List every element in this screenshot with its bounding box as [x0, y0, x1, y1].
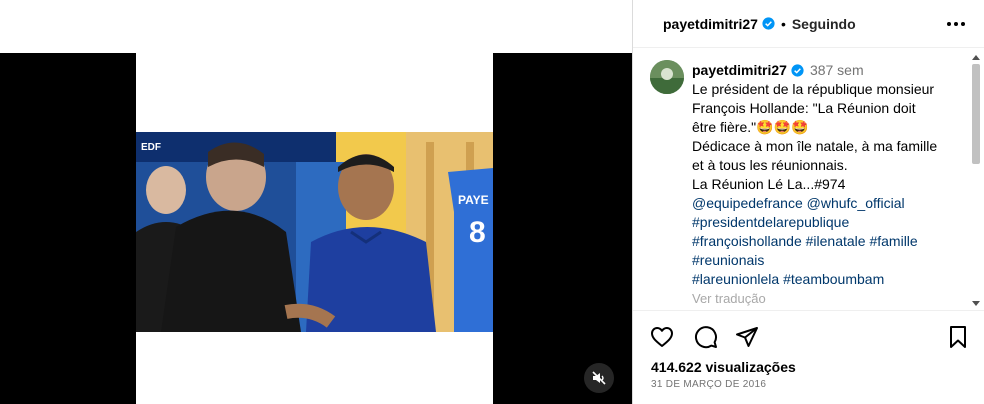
header-username[interactable]: payetdimitri27 — [663, 16, 758, 32]
comment-icon — [695, 326, 717, 349]
letterbox-left — [0, 53, 136, 404]
comment-button[interactable] — [693, 324, 719, 350]
letterbox-right — [493, 53, 632, 404]
caption-verified-icon — [791, 64, 804, 77]
jersey-number-text: 8 — [469, 216, 486, 249]
video-frame-image: EDF PAYE 8 — [136, 132, 493, 332]
scroll-down-arrow-icon[interactable] — [970, 298, 982, 308]
following-button[interactable]: Seguindo — [792, 16, 856, 32]
like-button[interactable] — [649, 324, 675, 350]
more-options-button[interactable] — [944, 12, 968, 36]
post-header: payetdimitri27 • Seguindo — [633, 0, 984, 48]
post-actions — [633, 310, 984, 360]
view-count[interactable]: 414.622 visualizações — [651, 359, 796, 375]
caption-hashtag-line[interactable]: #presidentdelarepublique — [692, 213, 960, 232]
media-area: EDF PAYE 8 — [0, 0, 632, 404]
share-icon — [736, 327, 758, 347]
verified-badge-icon — [762, 17, 775, 30]
heart-icon — [651, 327, 673, 347]
mute-button[interactable] — [584, 363, 614, 393]
caption-line: être fière."🤩🤩🤩 — [692, 119, 809, 135]
scroll-up-arrow-icon[interactable] — [970, 52, 982, 62]
caption-line: François Hollande: "La Réunion doit — [692, 100, 916, 116]
video-padding-bottom — [136, 332, 493, 404]
video-player[interactable]: EDF PAYE 8 — [136, 132, 493, 332]
caption-line: La Réunion Lé La...#974 — [692, 176, 846, 192]
avatar[interactable] — [650, 60, 684, 94]
save-button[interactable] — [945, 324, 971, 350]
header-separator: • — [780, 15, 786, 32]
post-side-panel: payetdimitri27 • Seguindo payetdimitri27… — [632, 0, 984, 404]
caption-line: Le président de la république monsieur — [692, 81, 935, 97]
caption-timestamp[interactable]: 387 sem — [810, 62, 864, 78]
avatar-image — [650, 60, 684, 94]
bookmark-icon — [950, 326, 966, 348]
banner-text: EDF — [141, 142, 161, 153]
caption-hashtag-line[interactable]: #reunionais — [692, 251, 960, 270]
caption-hashtag-line[interactable]: #lareunionlela #teamboumbam — [692, 270, 960, 289]
caption-hashtag-line[interactable]: #françoishollande #ilenatale #famille — [692, 232, 960, 251]
jersey-name-text: PAYE — [458, 193, 489, 207]
post-date[interactable]: 31 DE MARÇO DE 2016 — [651, 379, 766, 390]
caption-hashtag-line[interactable]: @equipedefrance @whufc_official — [692, 194, 960, 213]
scroll-thumb[interactable] — [972, 64, 980, 164]
caption-line: et à tous les réunionnais. — [692, 157, 848, 173]
caption-username[interactable]: payetdimitri27 — [692, 62, 787, 78]
more-horizontal-icon — [947, 22, 965, 26]
muted-speaker-icon — [592, 371, 606, 385]
caption-scrollbar[interactable] — [970, 52, 982, 308]
see-translation-link[interactable]: Ver tradução — [692, 289, 960, 306]
post-caption: payetdimitri27 387 sem Le président de la… — [692, 61, 960, 306]
caption-line: Dédicace à mon île natale, à ma famille — [692, 138, 938, 154]
share-button[interactable] — [734, 324, 760, 350]
caption-area: payetdimitri27 387 sem Le président de la… — [633, 48, 984, 306]
video-padding-top — [136, 53, 493, 132]
